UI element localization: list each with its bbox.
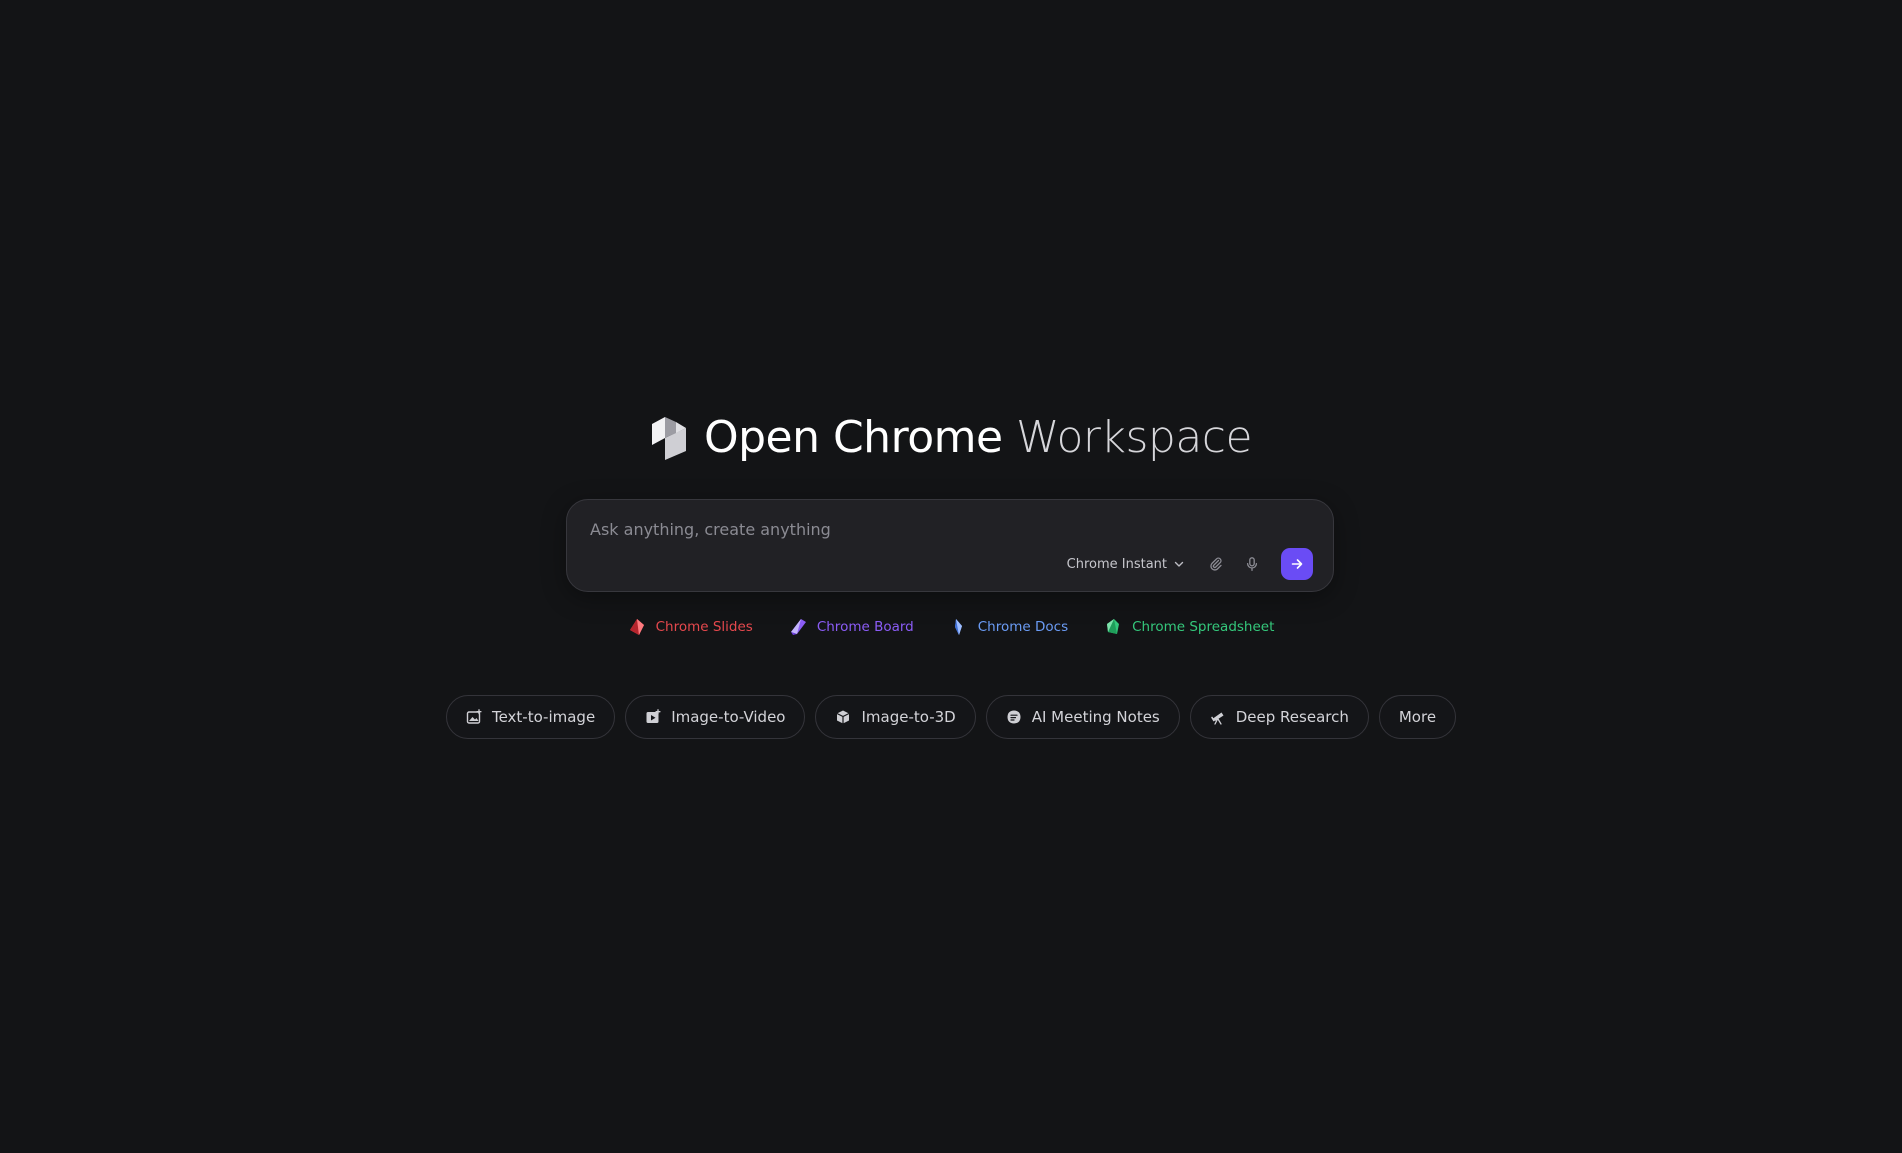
title-strong: Open Chrome [703,412,1003,463]
telescope-icon [1210,712,1224,725]
chip-deep-research[interactable]: Deep Research [1189,695,1369,739]
brand-header: Open Chrome Workspace [0,410,1902,466]
cube-icon [837,710,850,724]
docs-icon [954,619,962,635]
shortcut-chrome-spreadsheet[interactable]: Chrome Spreadsheet [1104,618,1274,636]
attach-button[interactable] [1203,551,1229,577]
title-light: Workspace [1016,412,1253,463]
chip-image-to-video[interactable]: Image-to-Video [625,695,806,739]
arrow-right-icon [1291,559,1303,569]
model-selector-label: Chrome Instant [1066,556,1167,572]
shortcut-label: Chrome Spreadsheet [1132,619,1275,635]
shortcut-chrome-docs[interactable]: Chrome Docs [950,618,1068,636]
shortcut-label: Chrome Docs [977,619,1069,635]
workspace-logo-icon [651,417,686,460]
spreadsheet-icon [1107,619,1120,634]
page-title: Open Chrome Workspace [703,410,1253,466]
shortcut-chrome-board[interactable]: Chrome Board [789,618,914,636]
feature-chips: Text-to-image Image-to-Video Image-to-3D… [0,695,1902,739]
board-icon [790,619,806,635]
microphone-button[interactable] [1239,551,1265,577]
slides-icon [629,619,644,635]
prompt-box: Chrome Instant [566,499,1334,592]
chevron-down-icon [1174,561,1184,567]
chip-label: More [1398,708,1437,726]
chip-image-to-3d[interactable]: Image-to-3D [815,695,976,739]
prompt-input[interactable] [588,514,1308,544]
shortcut-chrome-slides[interactable]: Chrome Slides [628,618,753,636]
paperclip-icon [1210,557,1222,571]
microphone-icon [1246,557,1258,572]
chip-label: Image-to-Video [671,708,786,726]
video-icon [646,709,661,723]
image-icon [466,709,482,724]
shortcut-label: Chrome Board [816,619,914,635]
model-selector[interactable]: Chrome Instant [1067,557,1185,572]
chip-text-to-image[interactable]: Text-to-image [445,695,616,739]
chip-label: Image-to-3D [861,708,956,726]
chip-label: Deep Research [1235,708,1349,726]
prompt-toolbar: Chrome Instant [1067,548,1313,580]
app-shortcuts: Chrome Slides Chrome Board Chrome Docs C… [0,615,1902,639]
send-button[interactable] [1281,548,1313,580]
chip-label: AI Meeting Notes [1031,708,1160,726]
chip-ai-meeting-notes[interactable]: AI Meeting Notes [985,695,1180,739]
chip-more[interactable]: More [1378,695,1457,739]
chip-label: Text-to-image [491,708,596,726]
notes-icon [1007,710,1021,724]
shortcut-label: Chrome Slides [655,619,753,635]
